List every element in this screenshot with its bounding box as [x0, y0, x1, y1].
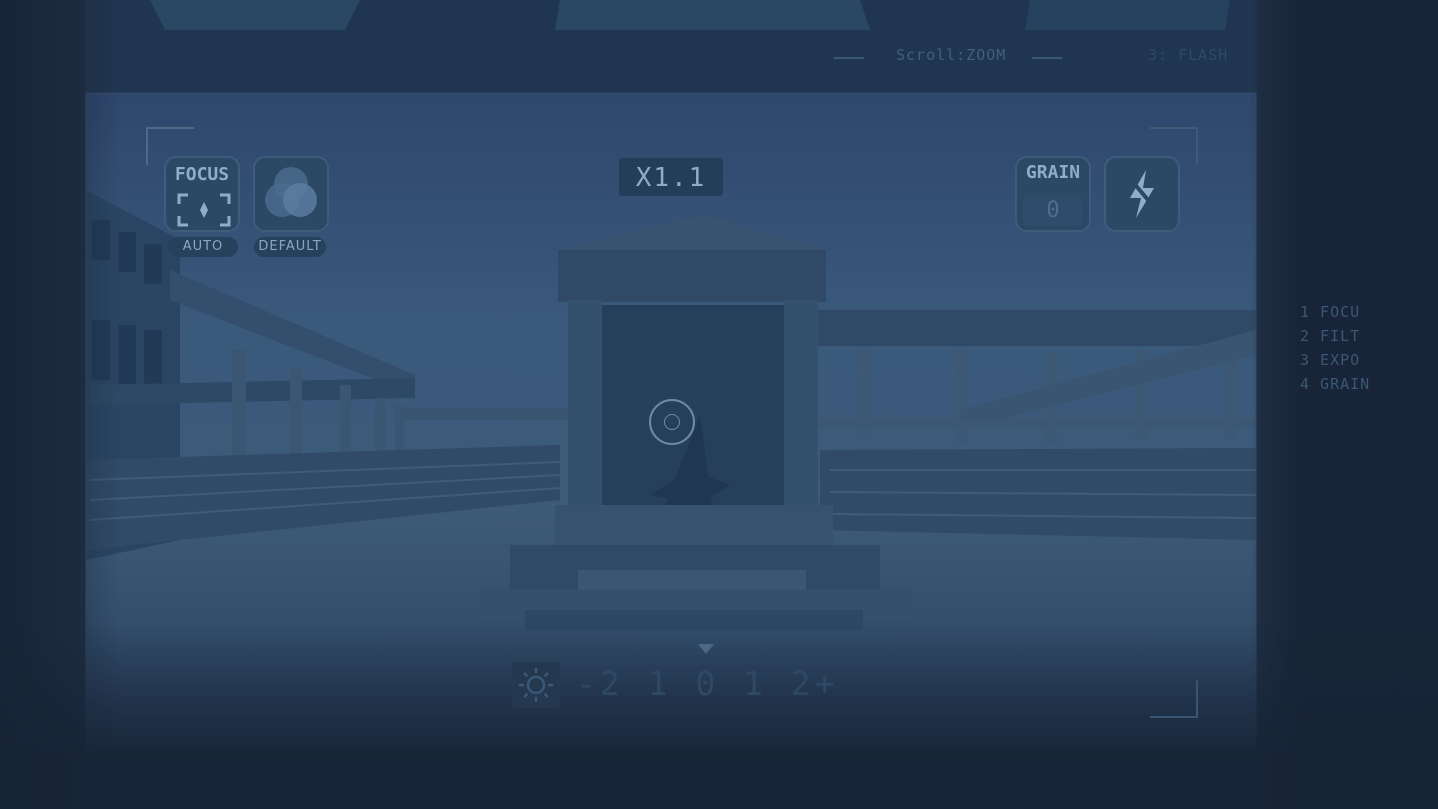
flash-button[interactable]	[1104, 156, 1180, 232]
viewfinder-corner-bottom-right	[1150, 680, 1198, 718]
exposure-marker-icon	[698, 644, 714, 654]
hint-divider-right	[1032, 57, 1062, 59]
crosshair-reticle	[649, 399, 695, 445]
grain-label: GRAIN	[1025, 162, 1081, 183]
sun-icon	[519, 668, 553, 702]
right-rail	[818, 418, 1256, 428]
filter-button[interactable]	[253, 156, 329, 232]
zoom-hint: Scroll:ZOOM	[896, 46, 1007, 64]
focus-button[interactable]: FOCUS	[164, 156, 240, 232]
side-menu-item-focus[interactable]: 1 FOCU	[1300, 300, 1370, 324]
hint-divider-left	[834, 57, 864, 59]
exposure-sun-box	[512, 662, 560, 708]
venn-filter-icon	[265, 167, 317, 217]
crosshair-reticle-inner	[664, 414, 680, 430]
shrine-roof	[558, 250, 826, 302]
shrine-base	[555, 505, 833, 545]
shrine-floor-base	[525, 610, 863, 630]
grain-button[interactable]: GRAIN 0	[1015, 156, 1091, 232]
side-menu-item-filter[interactable]: 2 FILT	[1300, 324, 1370, 348]
focus-mode-pill: AUTO	[168, 237, 238, 257]
top-structure-1	[150, 0, 360, 30]
side-menu-item-exposure[interactable]: 3 EXPO	[1300, 348, 1370, 372]
zoom-level: X1.1	[619, 158, 723, 196]
top-structure-2	[555, 0, 870, 30]
top-structure-3	[1025, 0, 1230, 30]
focus-label: FOCUS	[174, 164, 230, 185]
exposure-scale: -2 1 0 1 2+	[576, 664, 839, 703]
grain-value: 0	[1023, 196, 1083, 226]
focus-bracket-icon	[177, 193, 231, 227]
flash-hint: 3: FLASH	[1148, 46, 1229, 64]
side-menu-item-grain[interactable]: 4 GRAIN	[1300, 372, 1370, 396]
far-colonnade-left	[400, 408, 570, 420]
exposure-control[interactable]: -2 1 0 1 2+	[512, 662, 835, 708]
side-menu: 1 FOCU 2 FILT 3 EXPO 4 GRAIN	[1300, 300, 1370, 396]
lightning-off-icon	[1126, 170, 1160, 218]
filter-mode-pill: DEFAULT	[254, 237, 326, 257]
right-colonnade-roof	[815, 310, 1256, 346]
